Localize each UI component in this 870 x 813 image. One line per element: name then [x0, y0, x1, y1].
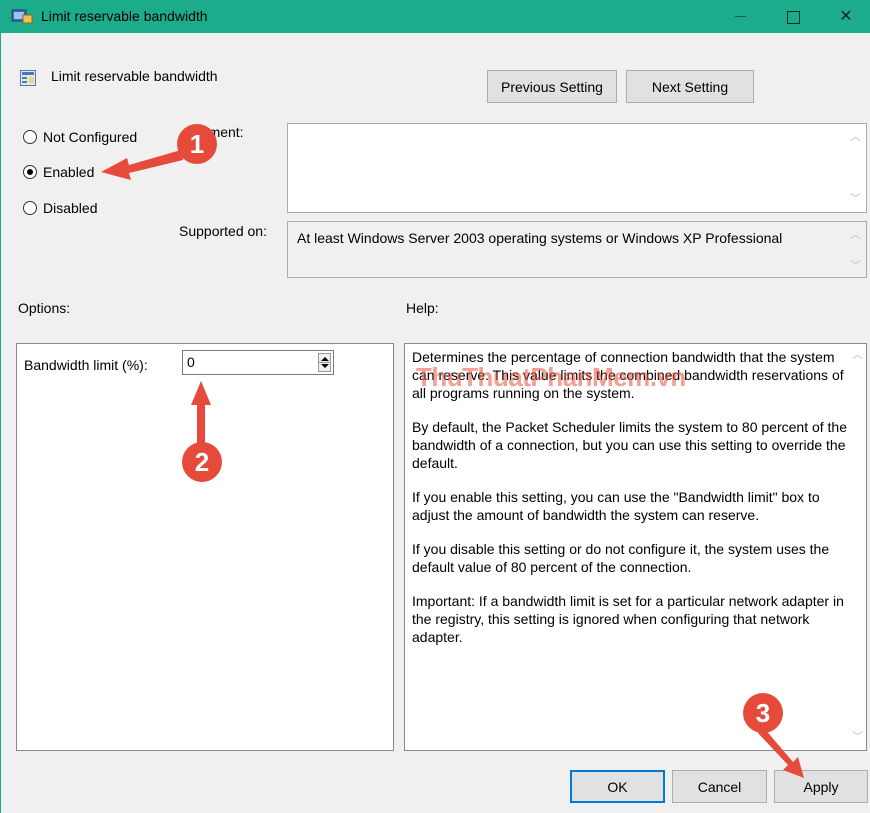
policy-setting-icon: [20, 70, 36, 86]
callout-step-1: 1: [177, 124, 217, 164]
policy-app-icon: [11, 9, 33, 24]
supported-on-value: At least Windows Server 2003 operating s…: [297, 230, 783, 246]
options-panel: Bandwidth limit (%): 0: [16, 343, 394, 751]
help-paragraph: Determines the percentage of connection …: [412, 349, 844, 401]
minimize-icon[interactable]: [717, 0, 763, 33]
policy-dialog: Limit reservable bandwidth ✕ Limit reser…: [0, 0, 870, 813]
scroll-up-icon[interactable]: ︿: [850, 132, 861, 143]
scroll-up-icon[interactable]: ︿: [850, 230, 861, 241]
supported-on-field: At least Windows Server 2003 operating s…: [287, 221, 867, 278]
spin-up-icon[interactable]: [321, 357, 329, 361]
window-title: Limit reservable bandwidth: [41, 8, 208, 24]
policy-name-heading: Limit reservable bandwidth: [51, 68, 218, 84]
help-paragraph: By default, the Packet Scheduler limits …: [412, 419, 848, 471]
cancel-button[interactable]: Cancel: [672, 770, 767, 803]
help-label: Help:: [406, 300, 439, 316]
radio-label: Disabled: [43, 200, 98, 216]
radio-enabled[interactable]: Enabled: [23, 162, 94, 182]
close-icon[interactable]: ✕: [823, 0, 869, 33]
spin-down-icon[interactable]: [321, 364, 329, 368]
scroll-down-icon[interactable]: ﹀: [850, 261, 861, 272]
bandwidth-limit-value[interactable]: 0: [187, 354, 195, 370]
radio-label: Enabled: [43, 164, 95, 180]
scroll-up-icon[interactable]: ︿: [852, 350, 863, 361]
bandwidth-limit-stepper[interactable]: 0: [182, 350, 334, 375]
scroll-down-icon[interactable]: ﹀: [850, 194, 861, 205]
callout-step-3: 3: [743, 693, 783, 733]
scroll-down-icon[interactable]: ﹀: [852, 732, 863, 743]
radio-circle[interactable]: [23, 130, 37, 144]
help-scrollbar[interactable]: ︿ ﹀: [849, 344, 866, 750]
next-setting-button[interactable]: Next Setting: [626, 70, 754, 103]
supported-on-label: Supported on:: [179, 223, 267, 239]
title-bar[interactable]: Limit reservable bandwidth ✕: [1, 0, 870, 33]
help-paragraph: If you enable this setting, you can use …: [412, 489, 820, 523]
spin-buttons[interactable]: [318, 353, 331, 372]
ok-button[interactable]: OK: [570, 770, 665, 803]
apply-button[interactable]: Apply: [774, 770, 868, 803]
radio-not-configured[interactable]: Not Configured: [23, 127, 137, 147]
radio-circle[interactable]: [23, 201, 37, 215]
help-paragraph: Important: If a bandwidth limit is set f…: [412, 593, 844, 645]
spin-divider: [319, 362, 330, 363]
radio-disabled[interactable]: Disabled: [23, 198, 97, 218]
callout-step-2: 2: [182, 442, 222, 482]
bandwidth-limit-label: Bandwidth limit (%):: [24, 357, 148, 373]
comment-textarea[interactable]: ︿ ﹀: [287, 123, 867, 213]
radio-label: Not Configured: [43, 129, 138, 145]
options-label: Options:: [18, 300, 71, 316]
maximize-icon[interactable]: [769, 0, 815, 33]
radio-circle-checked[interactable]: [23, 165, 37, 179]
previous-setting-button[interactable]: Previous Setting: [487, 70, 617, 103]
help-text: Determines the percentage of connection …: [412, 348, 852, 662]
arrow-1: [101, 150, 183, 180]
help-paragraph: If you disable this setting or do not co…: [412, 541, 830, 575]
help-panel: Determines the percentage of connection …: [404, 343, 867, 751]
